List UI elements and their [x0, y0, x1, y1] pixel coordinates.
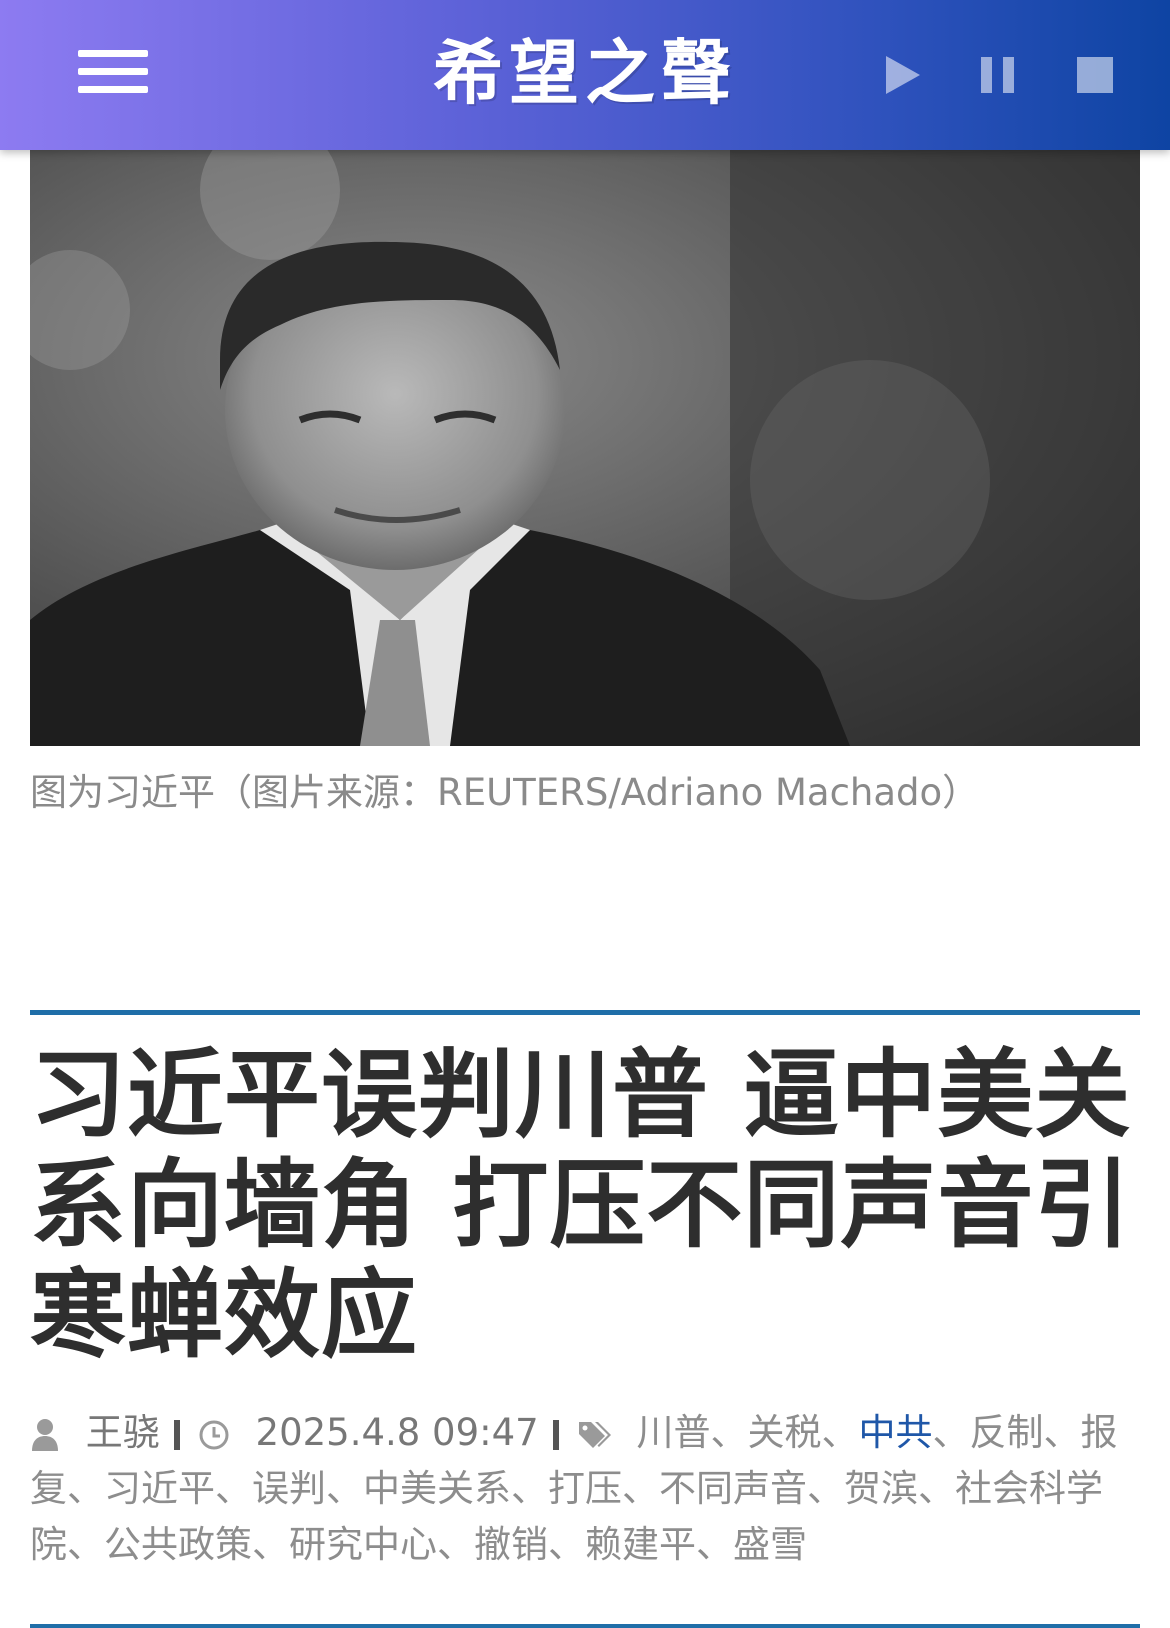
- tag-separator: 、: [67, 1523, 104, 1566]
- publish-datetime: 2025.4.8 09:47: [255, 1411, 539, 1454]
- tag-separator: 、: [821, 1411, 859, 1454]
- article-meta: 王骁 2025.4.8 09:47 川普、关税、中共、反制、报复、习近平、误判、…: [30, 1405, 1150, 1573]
- stop-icon[interactable]: [1072, 52, 1118, 98]
- meta-separator: [173, 1419, 180, 1450]
- tag-separator: 、: [918, 1467, 955, 1510]
- tag-link[interactable]: 研究中心: [289, 1523, 437, 1566]
- portrait-image: [30, 150, 1140, 746]
- page: 希望之聲 图为习近平（图片来源：REUTERS/Adriano Machado）…: [0, 0, 1170, 1628]
- tag-link[interactable]: 盛雪: [733, 1523, 807, 1566]
- meta-separator: [552, 1419, 559, 1450]
- meta-divider-bottom: [30, 1624, 1140, 1628]
- tag-link[interactable]: 不同声音: [659, 1467, 807, 1510]
- hamburger-menu-icon[interactable]: [70, 44, 150, 100]
- clock-icon: [199, 1420, 229, 1449]
- tag-separator: 、: [511, 1467, 548, 1510]
- site-logo[interactable]: 希望之聲: [360, 28, 810, 118]
- pause-icon[interactable]: [975, 52, 1021, 98]
- tag-link[interactable]: 误判: [252, 1467, 326, 1510]
- tag-separator: 、: [252, 1523, 289, 1566]
- tag-separator: 、: [437, 1523, 474, 1566]
- tag-link[interactable]: 川普: [636, 1411, 710, 1454]
- author-name[interactable]: 王骁: [86, 1411, 160, 1454]
- tag-link[interactable]: 关税: [747, 1411, 821, 1454]
- tag-link[interactable]: 贺滨: [844, 1467, 918, 1510]
- tag-link[interactable]: 中共: [858, 1411, 932, 1454]
- tag-link[interactable]: 打压: [548, 1467, 622, 1510]
- title-divider-top: [30, 1010, 1140, 1015]
- tags-icon: [578, 1421, 611, 1448]
- tag-separator: 、: [1043, 1411, 1081, 1454]
- image-caption: 图为习近平（图片来源：REUTERS/Adriano Machado）: [30, 771, 980, 814]
- tag-separator: 、: [326, 1467, 363, 1510]
- tag-list: 川普、关税、中共、反制、报复、习近平、误判、中美关系、打压、不同声音、贺滨、社会…: [30, 1411, 1117, 1566]
- tag-separator: 、: [710, 1411, 748, 1454]
- tag-separator: 、: [215, 1467, 252, 1510]
- article-title: 习近平误判川普 逼中美关系向墙角 打压不同声音引寒蝉效应: [30, 1039, 1132, 1371]
- user-icon: [32, 1418, 58, 1451]
- tag-link[interactable]: 赖建平: [585, 1523, 696, 1566]
- tag-separator: 、: [696, 1523, 733, 1566]
- tag-separator: 、: [622, 1467, 659, 1510]
- tag-link[interactable]: 反制: [969, 1411, 1043, 1454]
- tag-link[interactable]: 习近平: [104, 1467, 215, 1510]
- tag-separator: 、: [932, 1411, 970, 1454]
- tag-separator: 、: [807, 1467, 844, 1510]
- top-header-bar: 希望之聲: [0, 0, 1170, 150]
- tag-link[interactable]: 撤销: [474, 1523, 548, 1566]
- tag-separator: 、: [67, 1467, 104, 1510]
- article-photo: [30, 150, 1140, 746]
- tag-link[interactable]: 公共政策: [104, 1523, 252, 1566]
- tag-link[interactable]: 中美关系: [363, 1467, 511, 1510]
- play-icon[interactable]: [880, 52, 926, 98]
- tag-separator: 、: [548, 1523, 585, 1566]
